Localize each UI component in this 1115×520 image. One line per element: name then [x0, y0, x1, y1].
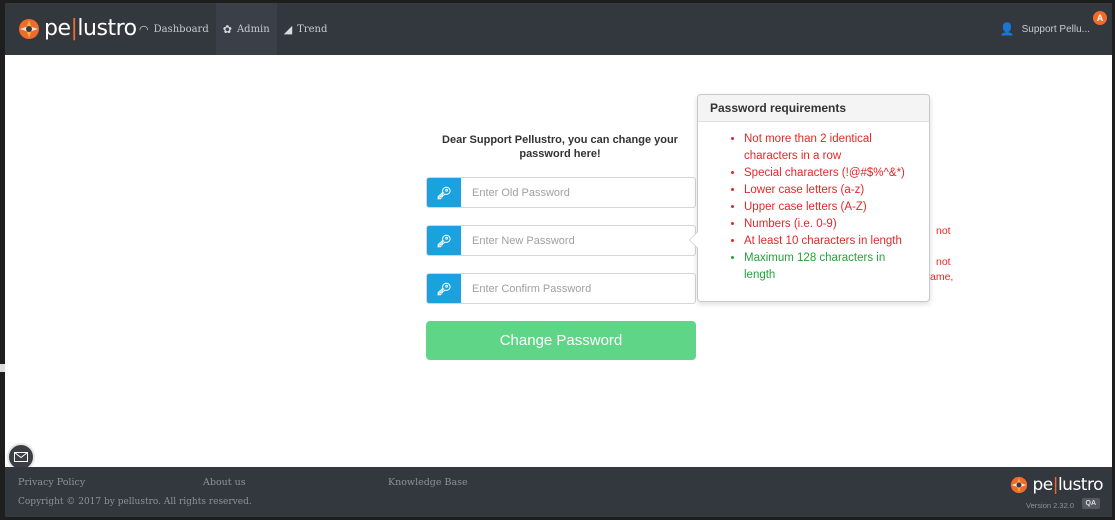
confirm-password-field: 🔑︎ [426, 273, 696, 304]
popover-title: Password requirements [698, 95, 929, 122]
brand-wordmark: pe|lustro [44, 16, 137, 41]
new-password-input[interactable] [461, 226, 695, 255]
validation-text-fragment: not [936, 256, 951, 268]
privacy-policy-link[interactable]: Privacy Policy [18, 477, 85, 488]
brand-logo[interactable]: pe|lustro [18, 16, 137, 41]
left-edge [0, 0, 5, 520]
password-requirements-popover: Password requirements Not more than 2 id… [689, 94, 930, 302]
requirement-item: Lower case letters (a-z) [744, 182, 917, 199]
nav-trend[interactable]: ◢ Trend [277, 3, 335, 55]
validation-text-fragment: ame, [930, 271, 954, 283]
new-password-field: 🔑︎ [426, 225, 696, 256]
confirm-password-input[interactable] [461, 274, 695, 303]
requirement-item: Numbers (i.e. 0-9) [744, 216, 917, 233]
copyright-text: Copyright © 2017 by pellustro. All right… [18, 497, 252, 507]
environment-badge: QA [1081, 498, 1100, 509]
requirement-item: Not more than 2 identical characters in … [744, 131, 917, 165]
gauge-icon: ◠ [139, 22, 149, 36]
side-handle[interactable] [0, 364, 5, 372]
user-menu[interactable]: 👤 Support Pellu... [1000, 3, 1090, 55]
envelope-icon [14, 452, 28, 462]
bar-chart-icon: ◢ [283, 22, 293, 36]
old-password-field: 🔑︎ [426, 177, 696, 208]
user-icon: 👤 [999, 22, 1015, 36]
change-password-intro: Dear Support Pellustro, you can change y… [442, 134, 678, 160]
requirement-item: Special characters (!@#$%^&*) [744, 165, 917, 182]
requirement-item: At least 10 characters in length [744, 233, 917, 250]
pellustro-logo-icon [1011, 476, 1028, 494]
requirement-item: Maximum 128 characters in length [744, 250, 917, 284]
footer-logo: pe|lustro [1010, 475, 1104, 495]
validation-text-fragment: not [936, 225, 951, 237]
nav-trend-label: Trend [297, 23, 328, 35]
pellustro-logo-icon [19, 18, 39, 39]
nav-admin-label: Admin [236, 23, 270, 35]
requirement-item: Upper case letters (A-Z) [744, 199, 917, 216]
about-us-link[interactable]: About us [203, 477, 246, 488]
footer-wordmark: pe|lustro [1032, 475, 1103, 495]
key-icon: 🔑︎ [427, 226, 461, 255]
key-icon: 🔑︎ [427, 178, 461, 207]
notification-badge[interactable]: A [1093, 11, 1107, 25]
popover-arrow-fill [690, 232, 698, 248]
old-password-input[interactable] [461, 178, 695, 207]
version-text: Version 2.32.0 [1026, 501, 1074, 510]
gear-icon: ✿ [222, 22, 232, 36]
knowledge-base-link[interactable]: Knowledge Base [388, 477, 468, 488]
footer: Privacy Policy About us Knowledge Base C… [5, 467, 1112, 517]
nav-admin[interactable]: ✿ Admin [215, 3, 277, 55]
user-name: Support Pellu... [1021, 23, 1090, 35]
main-nav: ◠ Dashboard ✿ Admin ◢ Trend [132, 3, 334, 55]
key-icon: 🔑︎ [427, 274, 461, 303]
change-password-button[interactable]: Change Password [426, 321, 696, 360]
top-navbar: pe|lustro ◠ Dashboard ✿ Admin ◢ Trend 👤 … [5, 3, 1112, 55]
nav-dashboard[interactable]: ◠ Dashboard [132, 3, 216, 55]
requirements-list: Not more than 2 identical characters in … [698, 122, 929, 284]
nav-dashboard-label: Dashboard [153, 23, 209, 35]
